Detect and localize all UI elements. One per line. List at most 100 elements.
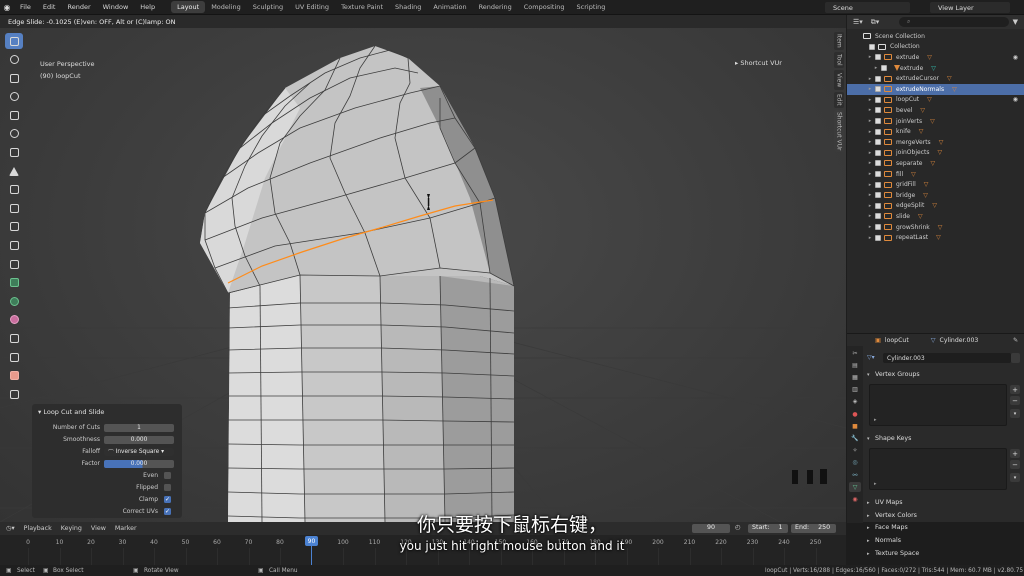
expand-arrow-icon[interactable]: ▸ bbox=[865, 150, 875, 156]
cursor-tool[interactable] bbox=[5, 52, 23, 68]
flipped-checkbox[interactable] bbox=[164, 484, 171, 491]
exclude-checkbox[interactable] bbox=[875, 171, 881, 178]
tab-view-layer[interactable]: ▥ bbox=[849, 385, 861, 395]
mesh-data-icon[interactable]: ▽ bbox=[924, 181, 929, 188]
expand-arrow-icon[interactable]: ▸ bbox=[871, 65, 881, 71]
exclude-checkbox[interactable] bbox=[875, 181, 881, 188]
menu-help[interactable]: Help bbox=[134, 3, 161, 11]
vertex-group-menu-button[interactable]: ▾ bbox=[1010, 409, 1020, 418]
tab-particles[interactable]: ✧ bbox=[849, 446, 861, 456]
knife-tool[interactable] bbox=[5, 256, 23, 272]
outliner-row[interactable]: ▸ bridge ▽ bbox=[847, 190, 1024, 201]
outliner-row[interactable]: ▸ bevel ▽ bbox=[847, 105, 1024, 116]
mesh-data-icon[interactable]: ▽ bbox=[932, 202, 937, 209]
mesh-data-icon[interactable]: ▽ bbox=[937, 149, 942, 156]
outliner-panel[interactable]: ☰▾ ⧉▾ ⌕ ▼ Scene Collection Collection ▸ ext… bbox=[847, 15, 1024, 333]
tab-output[interactable]: ▦ bbox=[849, 373, 861, 383]
rotate-tool[interactable] bbox=[5, 89, 23, 105]
tab-compositing[interactable]: Compositing bbox=[518, 1, 571, 13]
mesh-data-icon[interactable]: ▽ bbox=[923, 192, 928, 199]
tab-shading[interactable]: Shading bbox=[389, 1, 427, 13]
exclude-checkbox[interactable] bbox=[875, 213, 881, 220]
loop-cut-tool[interactable] bbox=[5, 238, 23, 254]
outliner-editor-type-icon[interactable]: ☰▾ bbox=[853, 18, 863, 26]
exclude-checkbox[interactable] bbox=[875, 149, 881, 156]
mesh-data-icon[interactable]: ▽ bbox=[936, 234, 941, 241]
expand-arrow-icon[interactable]: ▸ bbox=[865, 76, 875, 82]
exclude-checkbox[interactable] bbox=[875, 224, 881, 231]
measure-tool[interactable] bbox=[5, 163, 23, 179]
visibility-eye-icon[interactable]: ◉ bbox=[1013, 96, 1018, 103]
outliner-row[interactable]: ▸ loopCut ▽ ◉ bbox=[847, 95, 1024, 106]
expand-arrow-icon[interactable]: ▸ bbox=[865, 192, 875, 198]
menu-render[interactable]: Render bbox=[61, 3, 96, 11]
mesh-data-icon[interactable]: ▽ bbox=[938, 224, 943, 231]
remove-shape-key-button[interactable]: − bbox=[1010, 460, 1020, 469]
outliner-row[interactable]: ▸ gridFill ▽ bbox=[847, 179, 1024, 190]
shrink-fatten-tool[interactable] bbox=[5, 349, 23, 365]
tab-sculpting[interactable]: Sculpting bbox=[247, 1, 289, 13]
annotate-tool[interactable] bbox=[5, 145, 23, 161]
poly-build-tool[interactable] bbox=[5, 275, 23, 291]
expand-arrow-icon[interactable]: ▸ bbox=[865, 171, 875, 177]
filter-icon[interactable]: ⧉▾ bbox=[871, 18, 880, 27]
tab-layout[interactable]: Layout bbox=[171, 1, 206, 13]
exclude-checkbox[interactable] bbox=[875, 96, 881, 103]
operator-panel-title[interactable]: ▾ Loop Cut and Slide bbox=[32, 404, 182, 420]
mesh-data-icon[interactable]: ▽ bbox=[918, 213, 923, 220]
filter-funnel-icon[interactable]: ▼ bbox=[1013, 18, 1018, 26]
vertex-groups-list[interactable]: ▸ bbox=[869, 384, 1007, 426]
pin-icon[interactable]: ✎ bbox=[1013, 337, 1018, 344]
outliner-row[interactable]: ▸ mergeVerts ▽ bbox=[847, 137, 1024, 148]
extrude-tool[interactable] bbox=[5, 182, 23, 198]
tab-physics[interactable]: ◎ bbox=[849, 458, 861, 468]
tab-mesh-data[interactable]: ▽ bbox=[849, 482, 861, 493]
tab-tool[interactable]: Tool bbox=[834, 52, 844, 68]
tab-material[interactable]: ◉ bbox=[849, 494, 861, 504]
outliner-row[interactable]: ▸ separate ▽ bbox=[847, 158, 1024, 169]
expand-arrow-icon[interactable]: ▸ bbox=[865, 160, 875, 166]
loop-cut-operator-panel[interactable]: ▾ Loop Cut and Slide Number of Cuts 1 Sm… bbox=[32, 404, 182, 518]
blender-logo-icon[interactable]: ◉ bbox=[0, 0, 14, 15]
mesh-data-icon[interactable]: ▽ bbox=[931, 65, 936, 72]
mesh-data-icon[interactable]: ▽ bbox=[919, 128, 924, 135]
mesh-data-icon[interactable]: ▽ bbox=[911, 171, 916, 178]
mesh-data-selector[interactable]: ▽▾ bbox=[867, 354, 875, 361]
tab-shortcut-vur[interactable]: Shortcut VUr bbox=[834, 110, 844, 152]
smooth-tool[interactable] bbox=[5, 312, 23, 328]
mesh-data-icon[interactable]: ▽ bbox=[920, 107, 925, 114]
mesh-data-icon[interactable]: ▽ bbox=[930, 118, 935, 125]
even-checkbox[interactable] bbox=[164, 472, 171, 479]
outliner-row[interactable]: ▸ extrude ▽ bbox=[847, 63, 1024, 74]
outliner-row[interactable]: ▸ extrudeNormals ▽ bbox=[847, 84, 1024, 95]
tab-edit[interactable]: Edit bbox=[834, 92, 844, 108]
remove-vertex-group-button[interactable]: − bbox=[1010, 396, 1020, 405]
exclude-checkbox[interactable] bbox=[875, 54, 881, 61]
expand-arrow-icon[interactable]: ▸ bbox=[865, 235, 875, 241]
outliner-row[interactable]: ▸ growShrink ▽ bbox=[847, 222, 1024, 233]
exclude-checkbox[interactable] bbox=[875, 128, 881, 135]
mesh-data-icon[interactable]: ▽ bbox=[952, 86, 957, 93]
tab-render[interactable]: ▤ bbox=[849, 360, 861, 370]
menu-file[interactable]: File bbox=[14, 3, 37, 11]
expand-arrow-icon[interactable]: ▸ bbox=[865, 54, 875, 60]
mesh-data-icon[interactable]: ▽ bbox=[939, 139, 944, 146]
tab-scripting[interactable]: Scripting bbox=[571, 1, 612, 13]
shape-keys-list[interactable]: ▸ bbox=[869, 448, 1007, 490]
outliner-row[interactable]: ▸ slide ▽ bbox=[847, 211, 1024, 222]
fake-user-icon[interactable] bbox=[1011, 353, 1020, 363]
move-tool[interactable] bbox=[5, 70, 23, 86]
mesh-data-icon[interactable]: ▽ bbox=[947, 75, 952, 82]
tab-world[interactable]: ● bbox=[849, 409, 861, 419]
outliner-row[interactable]: ▸ fill ▽ bbox=[847, 169, 1024, 180]
properties-panel[interactable]: ▣ loopCut ▽ Cylinder.003 ✎ ✂ ▤ ▦ ▥ ◈ ● ■… bbox=[847, 333, 1024, 523]
exclude-checkbox[interactable] bbox=[875, 192, 881, 199]
rip-tool[interactable] bbox=[5, 386, 23, 402]
edge-slide-tool[interactable] bbox=[5, 331, 23, 347]
section-shape-keys[interactable]: ▾ Shape Keys bbox=[867, 433, 1022, 444]
expand-arrow-icon[interactable]: ▸ bbox=[865, 139, 875, 145]
tab-item[interactable]: Item bbox=[834, 32, 844, 50]
tab-tool-settings[interactable]: ✂ bbox=[849, 348, 861, 358]
expand-arrow-icon[interactable]: ▸ bbox=[865, 203, 875, 209]
expand-arrow-icon[interactable]: ▸ bbox=[865, 129, 875, 135]
